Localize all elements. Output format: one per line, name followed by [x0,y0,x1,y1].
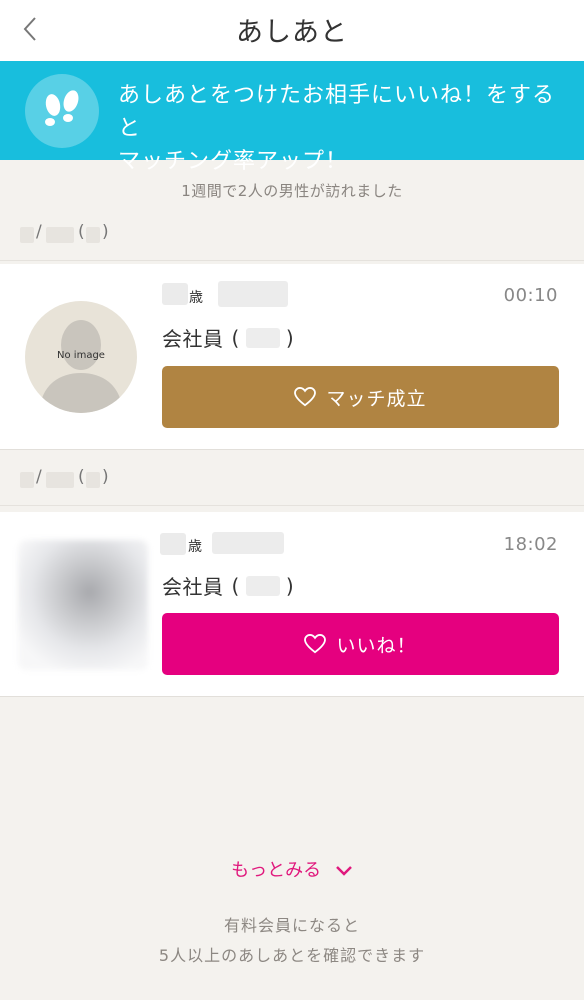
username-blurred [218,281,288,307]
page-title: あしあと [236,17,348,48]
upsell-line-1: 有料会員になると [223,916,360,935]
job-title: 会社員 [162,575,224,599]
job-text: 会社員 () [162,323,294,352]
nav-bar: あしあと [0,0,584,61]
age-unit: 歳 [189,290,203,306]
banner-message: あしあとをつけたお相手にいいね！をすると マッチング率アップ！ [118,79,568,178]
chevron-down-icon [335,866,352,876]
no-image-label: No image [57,350,105,361]
avatar-placeholder[interactable]: No image [25,301,137,413]
visit-time: 18:02 [503,534,558,555]
heart-outline-icon [304,634,327,654]
visitor-card[interactable]: No image 歳 00:10 会社員 () マッチ成立 [0,264,584,450]
like-button[interactable]: いいね！ [162,613,559,675]
job-text: 会社員 () [162,571,294,600]
banner-line-2: マッチング率アップ！ [118,149,349,174]
date-separator: / [36,222,42,242]
promo-banner: あしあとをつけたお相手にいいね！をすると マッチング率アップ！ [0,61,584,174]
visit-time: 00:10 [503,285,558,306]
upsell-line-2: 5人以上のあしあとを確認できます [158,946,426,965]
job-title: 会社員 [162,327,224,351]
date-header: / ( ) [0,210,584,261]
banner-line-1: あしあとをつけたお相手にいいね！をすると [118,83,556,141]
date-separator: / [36,467,42,487]
username-blurred [212,532,284,554]
heart-outline-icon [294,387,317,407]
button-label: いいね！ [336,634,417,657]
age-unit: 歳 [188,539,202,555]
match-established-button[interactable]: マッチ成立 [162,366,559,428]
date-header: / ( ) [0,455,584,506]
avatar-photo-blurred[interactable] [18,540,148,670]
visit-summary: 1週間で2人の男性が訪れました [181,182,403,200]
button-label: マッチ成立 [326,387,427,410]
see-more-label: もっとみる [231,860,322,881]
footprints-icon [25,74,99,148]
visitor-card[interactable]: 歳 18:02 会社員 () いいね！ [0,512,584,697]
see-more-button[interactable]: もっとみる [0,856,584,882]
